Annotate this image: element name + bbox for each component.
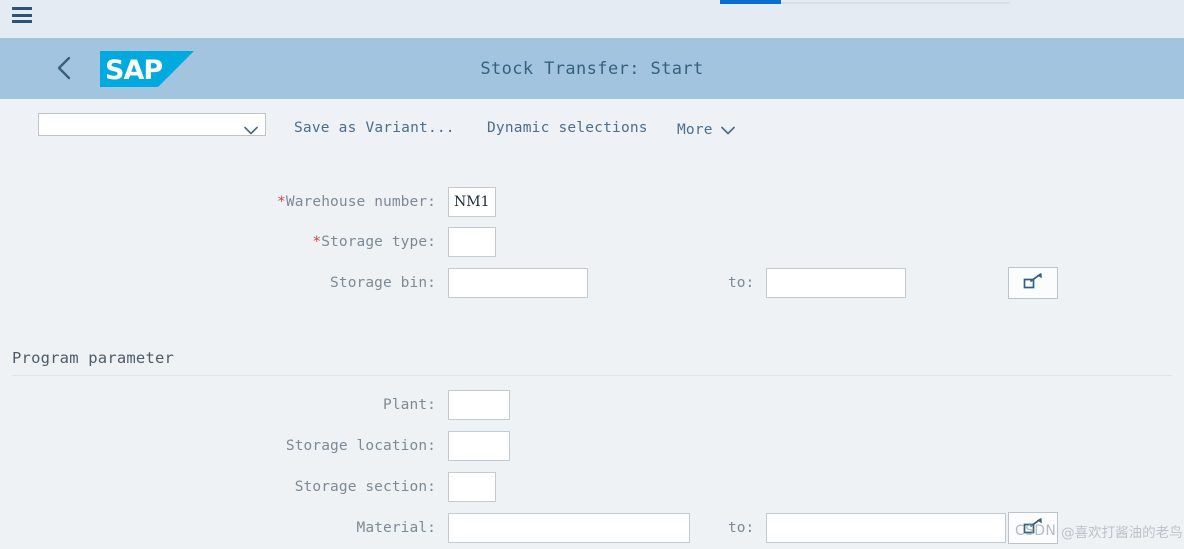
required-marker: * <box>277 194 286 210</box>
field-row-storage-location: Storage location: <box>276 431 510 461</box>
variant-select[interactable] <box>38 113 266 136</box>
dynamic-selections-button[interactable]: Dynamic selections <box>487 120 648 136</box>
storage-type-input[interactable] <box>448 227 496 257</box>
field-row-storage-type: *Storage type: <box>276 227 496 257</box>
field-label-material: Material: <box>356 520 436 536</box>
to-label-material: to: <box>728 520 755 536</box>
field-label-storage-type-text: Storage type: <box>321 234 436 250</box>
svg-text:SAP: SAP <box>105 55 162 86</box>
plant-input[interactable] <box>448 390 510 420</box>
field-row-warehouse-number: *Warehouse number: <box>276 187 496 217</box>
multi-selection-arrow-icon-button-storage-bin[interactable] <box>1008 267 1058 299</box>
application-window: SAP Stock Transfer: Start Save as Varian… <box>0 0 1184 549</box>
browser-top-strip <box>0 0 1184 38</box>
more-menu-button[interactable]: More <box>677 120 735 139</box>
multi-selection-arrow-icon <box>1022 517 1044 539</box>
more-menu-label: More <box>677 121 713 138</box>
section-divider <box>12 375 1172 376</box>
field-label-plant: Plant: <box>383 397 436 413</box>
active-tab-indicator <box>720 0 781 4</box>
material-to-input[interactable] <box>766 513 1007 543</box>
storage-section-input[interactable] <box>448 472 496 502</box>
field-label-storage-section: Storage section: <box>294 479 436 495</box>
hamburger-menu-icon[interactable] <box>12 7 32 23</box>
to-label-storage-bin: to: <box>728 275 755 291</box>
warehouse-number-input[interactable] <box>448 187 496 217</box>
required-marker: * <box>312 234 322 250</box>
field-label-warehouse-number: *Warehouse number: <box>276 194 436 210</box>
field-row-storage-bin: Storage bin: <box>276 268 588 298</box>
sap-logo[interactable]: SAP <box>100 51 194 87</box>
storage-location-input[interactable] <box>448 431 510 461</box>
form-content-area <box>0 160 1184 549</box>
material-input[interactable] <box>448 513 690 543</box>
field-label-storage-location: Storage location: <box>285 438 436 454</box>
multi-selection-arrow-icon-button-material[interactable] <box>1008 512 1058 544</box>
save-as-variant-button[interactable]: Save as Variant... <box>294 120 455 136</box>
field-row-material: Material: <box>276 513 690 543</box>
storage-bin-to-group: to: <box>728 268 907 298</box>
chevron-down-icon <box>244 120 258 139</box>
field-label-warehouse-number-text: Warehouse number: <box>285 194 436 210</box>
chevron-down-icon <box>720 120 735 139</box>
field-row-storage-section: Storage section: <box>276 472 496 502</box>
back-button[interactable] <box>46 50 82 86</box>
tab-bar-rule <box>781 2 1010 4</box>
multi-selection-arrow-icon <box>1022 272 1044 294</box>
field-label-storage-bin: Storage bin: <box>330 275 436 291</box>
storage-bin-to-input[interactable] <box>766 268 907 298</box>
field-label-storage-type: *Storage type: <box>276 234 436 250</box>
field-row-plant: Plant: <box>276 390 510 420</box>
section-title-program-parameter: Program parameter <box>12 349 175 367</box>
material-to-group: to: <box>728 513 1007 543</box>
storage-bin-input[interactable] <box>448 268 588 298</box>
